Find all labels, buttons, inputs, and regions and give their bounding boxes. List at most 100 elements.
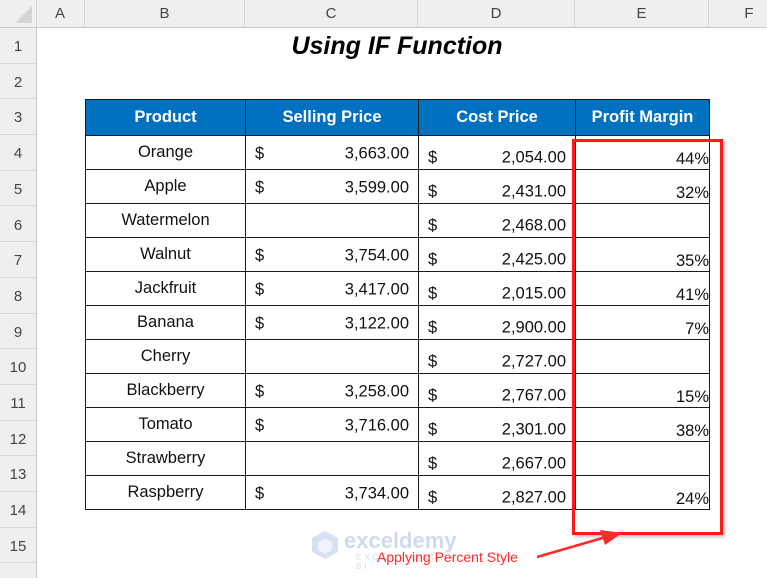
row-header-8[interactable]: 8: [0, 278, 36, 314]
column-header-f[interactable]: F: [709, 0, 767, 27]
selling-price-cell[interactable]: $3,599.00: [245, 169, 419, 204]
select-all-icon: [15, 6, 32, 23]
cost-price-cell[interactable]: $2,767.00: [418, 373, 576, 408]
exceldemy-logo-icon: [312, 531, 338, 559]
column-header-b[interactable]: B: [85, 0, 245, 27]
cost-price-value: 2,900.00: [501, 317, 566, 336]
selling-price-cell[interactable]: [245, 203, 419, 238]
column-header-c[interactable]: C: [245, 0, 418, 27]
cost-price-cell[interactable]: $2,468.00: [418, 203, 576, 238]
selling-price-cell[interactable]: $3,258.00: [245, 373, 419, 408]
selling-price-cell[interactable]: $3,716.00: [245, 407, 419, 442]
currency-symbol: $: [255, 177, 265, 196]
cost-price-value: 2,015.00: [501, 283, 566, 302]
column-header-bar: A B C D E F: [0, 0, 767, 28]
cost-price-cell[interactable]: $2,727.00: [418, 339, 576, 374]
cost-price-cell[interactable]: $2,900.00: [418, 305, 576, 340]
column-header-d[interactable]: D: [418, 0, 575, 27]
row-header-6[interactable]: 6: [0, 207, 36, 243]
product-cell[interactable]: Jackfruit: [85, 271, 246, 306]
select-all-corner[interactable]: [0, 0, 37, 27]
currency-symbol: $: [428, 147, 438, 166]
annotation-label: Applying Percent Style: [377, 549, 518, 565]
cost-price-value: 2,827.00: [501, 487, 566, 506]
column-header-a[interactable]: A: [36, 0, 85, 27]
row-header-bar: 1 2 3 4 5 6 7 8 9 10 11 12 13 14 15: [0, 28, 37, 578]
row-header-7[interactable]: 7: [0, 242, 36, 278]
product-cell[interactable]: Blackberry: [85, 373, 246, 408]
currency-symbol: $: [428, 351, 438, 370]
row-header-4[interactable]: 4: [0, 135, 36, 171]
currency-symbol: $: [428, 181, 438, 200]
selling-price-cell[interactable]: $3,663.00: [245, 135, 419, 170]
currency-symbol: $: [255, 245, 265, 264]
cost-price-value: 2,468.00: [501, 215, 566, 234]
cost-price-cell[interactable]: $2,827.00: [418, 475, 576, 510]
cost-price-value: 2,054.00: [501, 147, 566, 166]
product-cell[interactable]: Tomato: [85, 407, 246, 442]
currency-symbol: $: [428, 487, 438, 506]
header-product[interactable]: Product: [85, 99, 246, 136]
selling-price-value: 3,734.00: [344, 483, 409, 502]
row-header-11[interactable]: 11: [0, 385, 36, 421]
cost-price-cell[interactable]: $2,015.00: [418, 271, 576, 306]
selling-price-cell[interactable]: $3,122.00: [245, 305, 419, 340]
row-header-3[interactable]: 3: [0, 99, 36, 136]
product-cell[interactable]: Orange: [85, 135, 246, 170]
selling-price-cell[interactable]: $3,417.00: [245, 271, 419, 306]
cost-price-value: 2,727.00: [501, 351, 566, 370]
product-cell[interactable]: Apple: [85, 169, 246, 204]
currency-symbol: $: [255, 143, 265, 162]
row-header-10[interactable]: 10: [0, 349, 36, 385]
product-cell[interactable]: Raspberry: [85, 475, 246, 510]
row-header-13[interactable]: 13: [0, 456, 36, 493]
header-selling-price[interactable]: Selling Price: [245, 99, 419, 136]
table-header-row: Product Selling Price Cost Price Profit …: [85, 99, 710, 136]
product-cell[interactable]: Cherry: [85, 339, 246, 374]
row-header-5[interactable]: 5: [0, 171, 36, 207]
currency-symbol: $: [255, 483, 265, 502]
selling-price-value: 3,716.00: [344, 415, 409, 434]
row-header-1[interactable]: 1: [0, 28, 36, 64]
product-cell[interactable]: Strawberry: [85, 441, 246, 476]
cost-price-cell[interactable]: $2,425.00: [418, 237, 576, 272]
product-cell[interactable]: Watermelon: [85, 203, 246, 238]
currency-symbol: $: [428, 385, 438, 404]
selling-price-cell[interactable]: [245, 441, 419, 476]
cost-price-cell[interactable]: $2,431.00: [418, 169, 576, 204]
currency-symbol: $: [255, 381, 265, 400]
selling-price-value: 3,258.00: [344, 381, 409, 400]
product-cell[interactable]: Walnut: [85, 237, 246, 272]
currency-symbol: $: [428, 419, 438, 438]
row-header-2[interactable]: 2: [0, 64, 36, 100]
product-cell[interactable]: Banana: [85, 305, 246, 340]
currency-symbol: $: [428, 283, 438, 302]
cost-price-value: 2,667.00: [501, 453, 566, 472]
selling-price-cell[interactable]: [245, 339, 419, 374]
row-header-15[interactable]: 15: [0, 528, 36, 564]
selling-price-value: 3,417.00: [344, 279, 409, 298]
cost-price-cell[interactable]: $2,667.00: [418, 441, 576, 476]
sheet-title: Using IF Function: [291, 32, 503, 60]
currency-symbol: $: [428, 453, 438, 472]
row-header-9[interactable]: 9: [0, 314, 36, 350]
cost-price-cell[interactable]: $2,054.00: [418, 135, 576, 170]
row-header-14[interactable]: 14: [0, 492, 36, 528]
row-header-12[interactable]: 12: [0, 421, 36, 457]
currency-symbol: $: [428, 215, 438, 234]
header-cost-price[interactable]: Cost Price: [418, 99, 576, 136]
currency-symbol: $: [255, 415, 265, 434]
selling-price-cell[interactable]: $3,754.00: [245, 237, 419, 272]
selling-price-value: 3,754.00: [344, 245, 409, 264]
currency-symbol: $: [428, 317, 438, 336]
cost-price-cell[interactable]: $2,301.00: [418, 407, 576, 442]
cost-price-value: 2,431.00: [501, 181, 566, 200]
cost-price-value: 2,301.00: [501, 419, 566, 438]
selling-price-value: 3,599.00: [344, 177, 409, 196]
highlight-box: [572, 139, 723, 535]
header-profit-margin[interactable]: Profit Margin: [575, 99, 710, 136]
selling-price-cell[interactable]: $3,734.00: [245, 475, 419, 510]
selling-price-value: 3,122.00: [344, 313, 409, 332]
column-header-e[interactable]: E: [575, 0, 709, 27]
cost-price-value: 2,425.00: [501, 249, 566, 268]
